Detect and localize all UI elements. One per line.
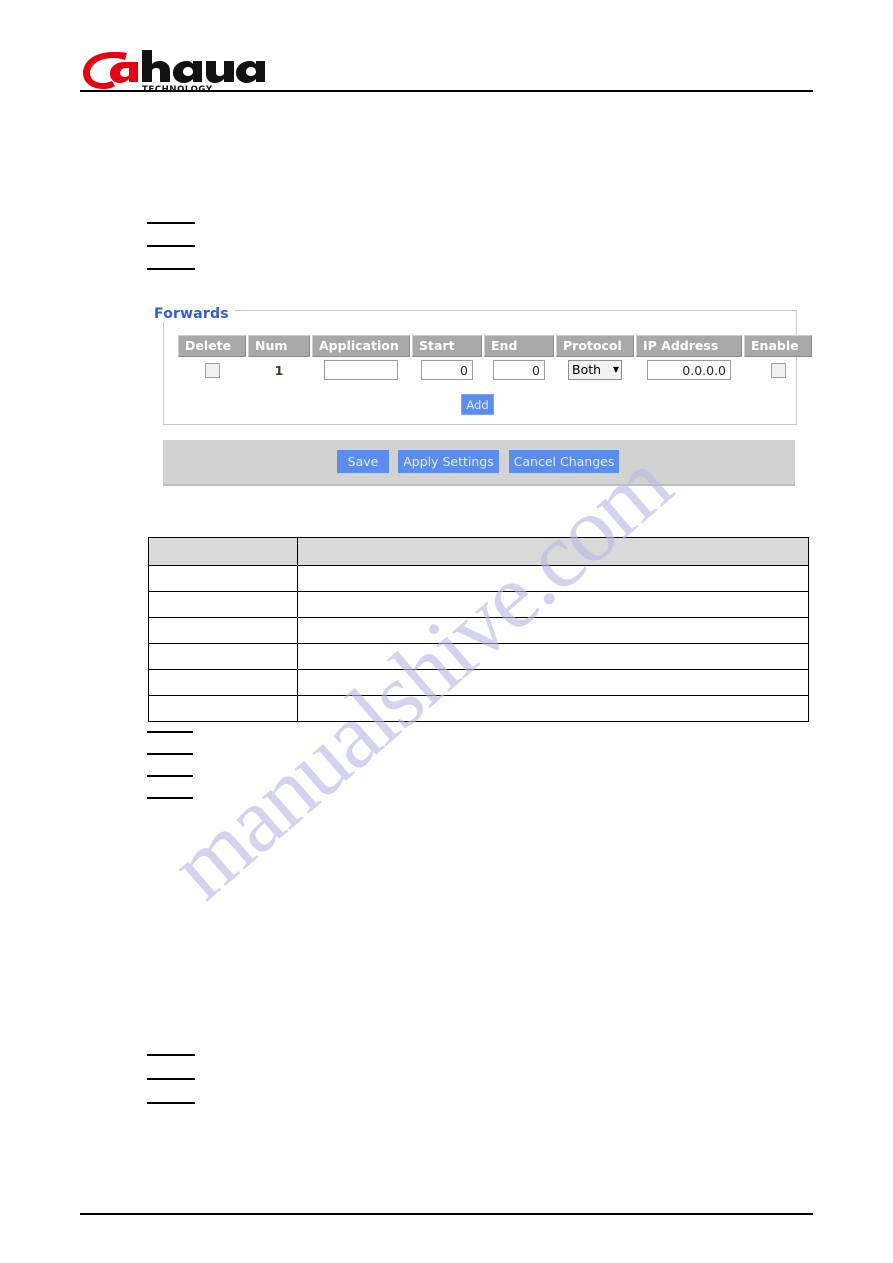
start-port-input[interactable] [421, 360, 473, 380]
add-button[interactable]: Add [461, 394, 494, 415]
parameter-description-table [147, 537, 809, 722]
redacted-line [147, 1054, 195, 1056]
apply-settings-button[interactable]: Apply Settings [398, 450, 499, 473]
forwards-table-row: 1 Both ▼ [178, 358, 812, 382]
forwards-table: Delete Num Application Start End Protoco… [176, 334, 814, 383]
column-header-delete: Delete [178, 335, 246, 357]
desc-cell-parameter [147, 591, 299, 618]
column-header-start: Start [412, 335, 482, 357]
dahua-logo-mark: TECHNOLOGY [83, 50, 265, 94]
forwards-legend-label: Forwards [152, 306, 235, 322]
desc-cell-description [297, 617, 809, 644]
protocol-select[interactable]: Both ▼ [568, 360, 622, 380]
desc-cell-description [297, 669, 809, 696]
desc-table-row [147, 591, 809, 618]
redacted-line [147, 1078, 195, 1080]
end-port-input[interactable] [493, 360, 545, 380]
desc-header-parameter [147, 537, 299, 566]
footer-divider [80, 1213, 813, 1215]
desc-table-header-row [147, 537, 809, 566]
redacted-line [147, 753, 193, 755]
redacted-line [147, 797, 193, 799]
desc-cell-parameter [147, 565, 299, 592]
desc-table-row [147, 695, 809, 722]
row-number-value: 1 [274, 362, 284, 378]
chevron-down-icon: ▼ [612, 365, 619, 374]
page-header: TECHNOLOGY [0, 0, 893, 100]
enable-checkbox[interactable] [770, 362, 786, 378]
desc-cell-parameter [147, 695, 299, 722]
redacted-line [147, 1102, 195, 1104]
desc-cell-parameter [147, 669, 299, 696]
column-header-protocol: Protocol [556, 335, 634, 357]
application-input[interactable] [324, 360, 398, 380]
dahua-logo: TECHNOLOGY [80, 48, 280, 94]
column-header-end: End [484, 335, 554, 357]
cell-application [312, 358, 410, 382]
delete-checkbox[interactable] [204, 362, 220, 378]
desc-table-row [147, 565, 809, 592]
redacted-line [147, 222, 195, 224]
ip-address-input[interactable] [647, 360, 731, 380]
desc-header-description [297, 537, 809, 566]
action-bar: Save Apply Settings Cancel Changes [163, 440, 795, 486]
column-header-enable: Enable [744, 335, 812, 357]
protocol-selected-value: Both [572, 362, 602, 377]
desc-cell-description [297, 695, 809, 722]
desc-cell-description [297, 643, 809, 670]
cell-ip-address [636, 358, 742, 382]
cell-delete [178, 358, 246, 382]
column-header-ip-address: IP Address [636, 335, 742, 357]
cell-num: 1 [248, 358, 310, 382]
redacted-line [147, 268, 195, 270]
cell-end [484, 358, 554, 382]
cancel-changes-button[interactable]: Cancel Changes [509, 450, 619, 473]
column-header-application: Application [312, 335, 410, 357]
cell-protocol: Both ▼ [556, 358, 634, 382]
save-button[interactable]: Save [337, 450, 389, 473]
desc-cell-parameter [147, 617, 299, 644]
header-divider [80, 90, 813, 92]
desc-table-row [147, 669, 809, 696]
desc-cell-description [297, 565, 809, 592]
cell-enable [744, 358, 812, 382]
desc-table-row [147, 643, 809, 670]
desc-table-row [147, 617, 809, 644]
desc-cell-description [297, 591, 809, 618]
redacted-line [147, 245, 195, 247]
desc-cell-parameter [147, 643, 299, 670]
cell-start [412, 358, 482, 382]
redacted-line [147, 775, 193, 777]
redacted-line [147, 731, 193, 733]
column-header-num: Num [248, 335, 310, 357]
forwards-table-header-row: Delete Num Application Start End Protoco… [178, 335, 812, 357]
